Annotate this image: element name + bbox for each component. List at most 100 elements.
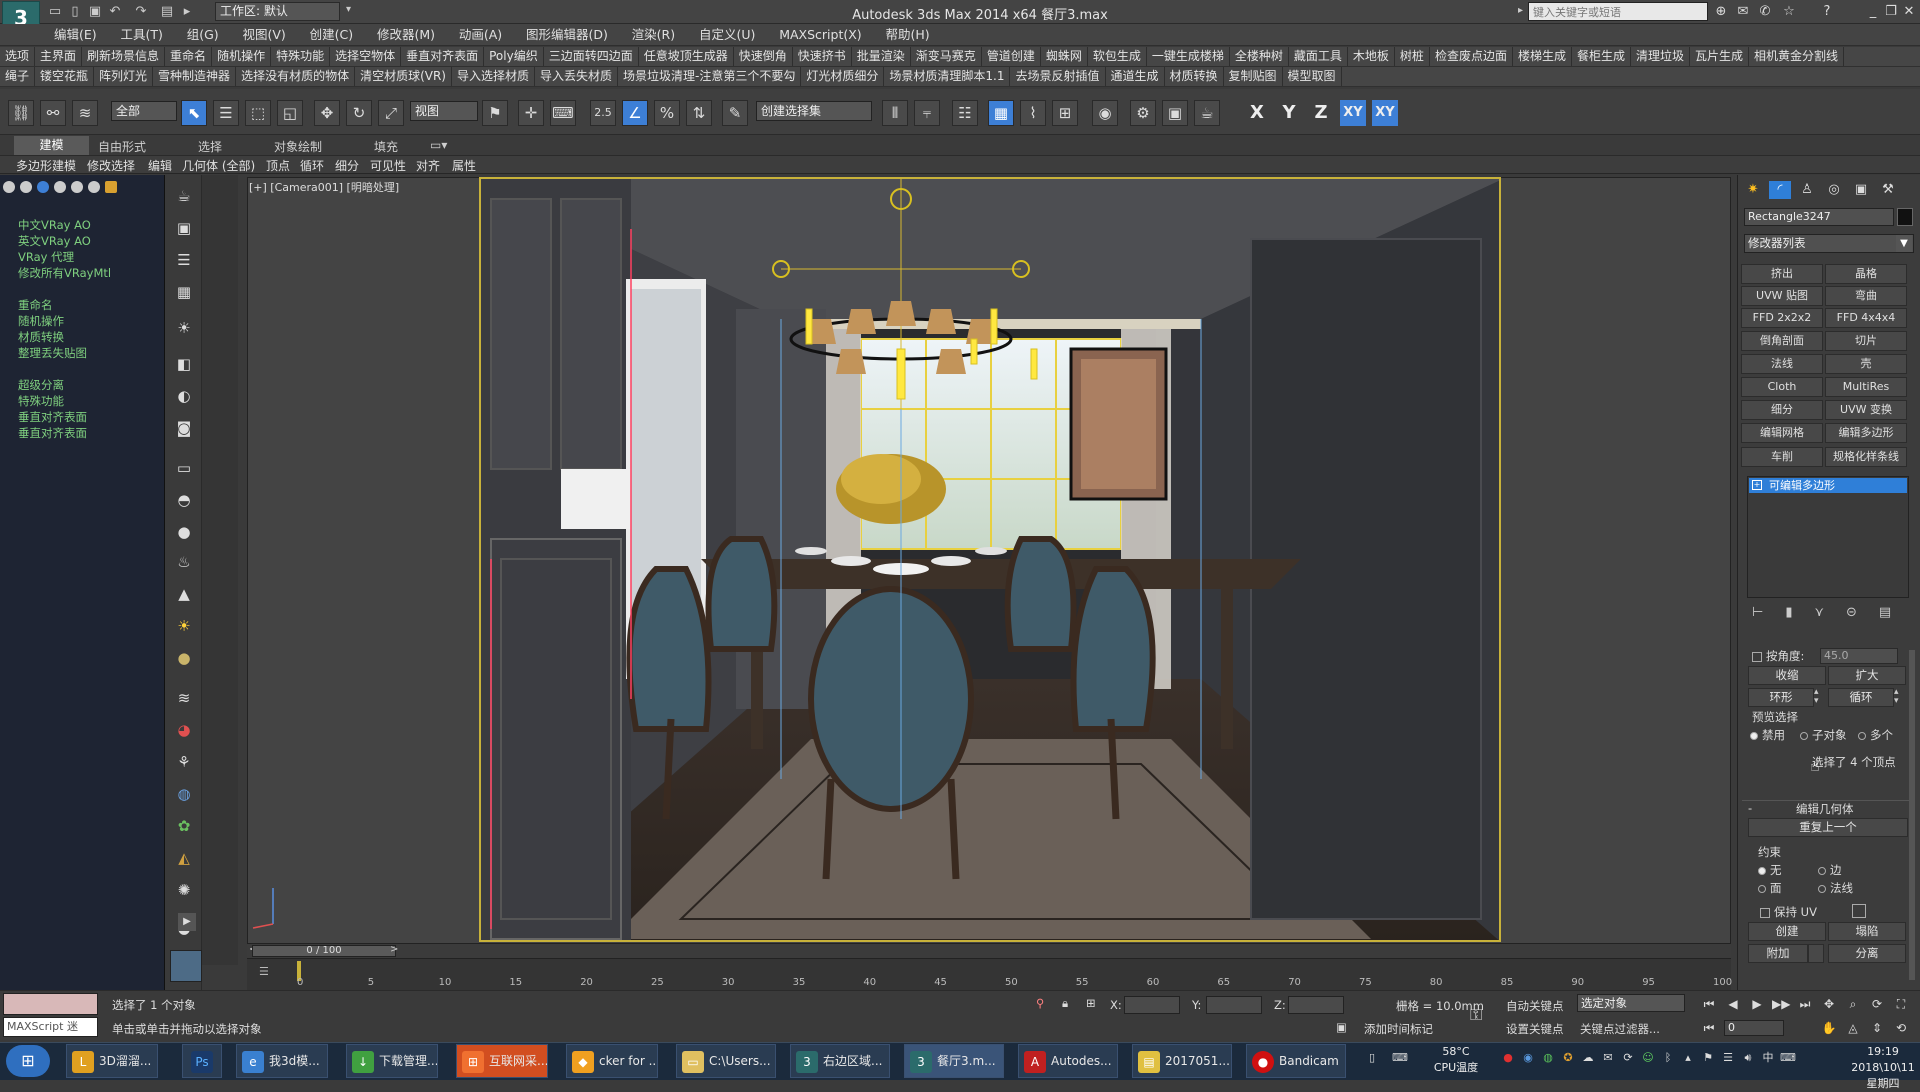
- script-button[interactable]: 藏面工具: [1289, 47, 1348, 66]
- panel-dot-icon[interactable]: [71, 181, 83, 193]
- tray-arrow-icon[interactable]: ▴: [1680, 1050, 1696, 1066]
- menu-customize[interactable]: 自定义(U): [689, 24, 765, 46]
- script-button[interactable]: 清理垃圾: [1631, 47, 1690, 66]
- panel-dot-icon[interactable]: [54, 181, 66, 193]
- panel-modify-selection[interactable]: 修改选择: [87, 157, 135, 174]
- script-button[interactable]: 复制贴图: [1224, 67, 1283, 86]
- script-button[interactable]: 渐变马赛克: [911, 47, 982, 66]
- percent-snap-icon[interactable]: %: [654, 100, 680, 126]
- maxscript-listener-color[interactable]: [3, 993, 98, 1015]
- script-button[interactable]: 快速挤书: [793, 47, 852, 66]
- set-key-button[interactable]: 设置关键点: [1506, 1021, 1564, 1037]
- remove-modifier-icon[interactable]: ⊝: [1846, 605, 1857, 620]
- viewport-label[interactable]: [+] [Camera001] [明暗处理]: [249, 179, 399, 195]
- preview-subobject-radio[interactable]: 子对象: [1800, 727, 1847, 743]
- script-button[interactable]: 场景材质清理脚本1.1: [884, 67, 1011, 86]
- script-button[interactable]: 软包生成: [1088, 47, 1147, 66]
- align-icon[interactable]: ⫧: [914, 100, 940, 126]
- axis-xy-constraint[interactable]: XY: [1340, 100, 1366, 126]
- x-coordinate-field[interactable]: [1124, 996, 1180, 1014]
- taskbar-item[interactable]: ● Bandicam: [1246, 1044, 1346, 1078]
- shell-icon[interactable]: ✺: [172, 879, 196, 901]
- roll-icon[interactable]: ⟲: [1892, 1020, 1910, 1036]
- axis-x-constraint[interactable]: X: [1244, 100, 1270, 126]
- constraint-edge-radio[interactable]: 边: [1818, 862, 1842, 878]
- script-button[interactable]: 雪种制造神器: [153, 67, 237, 86]
- script-button[interactable]: 批量渲染: [852, 47, 911, 66]
- z-coordinate-field[interactable]: [1288, 996, 1344, 1014]
- image-icon[interactable]: ▣: [172, 217, 196, 239]
- tray-wifi-icon[interactable]: ☰: [1720, 1050, 1736, 1066]
- pivot-center-icon[interactable]: ⚑: [482, 100, 508, 126]
- favorites-icon[interactable]: ☆: [1780, 3, 1798, 21]
- collapse-button[interactable]: 塌陷: [1828, 922, 1906, 941]
- start-button-icon[interactable]: ⊞: [6, 1045, 50, 1077]
- modifier-button[interactable]: 壳: [1825, 354, 1907, 374]
- add-time-tag-button[interactable]: 添加时间标记: [1364, 1021, 1433, 1037]
- half-circle-icon[interactable]: ◐: [172, 385, 196, 407]
- show-end-result-icon[interactable]: ▮: [1785, 605, 1792, 620]
- axis-z-constraint[interactable]: Z: [1308, 100, 1334, 126]
- tray-app-icon[interactable]: ◉: [1520, 1050, 1536, 1066]
- key-mode-icon[interactable]: ⏮: [1700, 1020, 1718, 1036]
- unlink-icon[interactable]: ⚯: [40, 100, 66, 126]
- script-button[interactable]: 一键生成楼梯: [1147, 47, 1230, 66]
- panel-polygon-modeling[interactable]: 多边形建模: [16, 157, 76, 174]
- next-frame-play-icon[interactable]: ▶▶: [1772, 996, 1790, 1012]
- collapse-minus-icon[interactable]: -: [1748, 801, 1752, 815]
- attach-button[interactable]: 附加: [1748, 944, 1808, 963]
- menu-maxscript[interactable]: MAXScript(X): [769, 24, 871, 46]
- script-button[interactable]: 选择没有材质的物体: [236, 67, 356, 86]
- script-button[interactable]: 蜘蛛网: [1041, 47, 1088, 66]
- edit-geometry-rollout-title[interactable]: 编辑几何体: [1796, 801, 1854, 817]
- preview-multi-radio[interactable]: 多个: [1858, 727, 1893, 743]
- close-icon[interactable]: ✕: [1900, 3, 1918, 21]
- spinner-snap-icon[interactable]: ⇅: [686, 100, 712, 126]
- sphere-icon[interactable]: ●: [172, 521, 196, 543]
- hair-icon[interactable]: ≋: [172, 687, 196, 709]
- panel-dot-icon[interactable]: [37, 181, 49, 193]
- script-button[interactable]: 绳子: [0, 67, 36, 86]
- select-and-link-icon[interactable]: ⛓: [8, 100, 34, 126]
- subscription-icon[interactable]: ✉: [1734, 3, 1752, 21]
- viewport-scene[interactable]: [479, 177, 1501, 942]
- script-button[interactable]: 通道生成: [1106, 67, 1165, 86]
- modify-tab-icon[interactable]: ◜: [1769, 181, 1791, 199]
- left-script-item[interactable]: 重命名: [18, 298, 53, 313]
- rendered-frame-window-icon[interactable]: ▣: [1162, 100, 1188, 126]
- selection-filter-dropdown[interactable]: 全部: [111, 101, 177, 121]
- taskbar-item[interactable]: ↓ 下载管理...: [346, 1044, 438, 1078]
- by-angle-spinner[interactable]: 45.0: [1820, 648, 1898, 664]
- script-button[interactable]: 相机黄金分割线: [1749, 47, 1845, 66]
- loop-button[interactable]: 循环: [1828, 688, 1894, 707]
- key-selection-set-dropdown[interactable]: 选定对象: [1577, 994, 1685, 1012]
- save-file-icon[interactable]: ▣: [86, 3, 104, 21]
- script-button[interactable]: 三边面转四边面: [544, 47, 639, 66]
- modifier-button[interactable]: 法线: [1741, 354, 1823, 374]
- object-color-swatch[interactable]: [1897, 208, 1913, 226]
- next-frame-icon[interactable]: >: [390, 944, 398, 955]
- new-file-icon[interactable]: ▭: [46, 3, 64, 21]
- left-script-item[interactable]: 英文VRay AO: [18, 234, 91, 249]
- left-script-item[interactable]: 修改所有VRayMtl: [18, 266, 111, 281]
- tray-bluetooth-icon[interactable]: ᛒ: [1660, 1050, 1676, 1066]
- zoom-view-icon[interactable]: ⌕: [1844, 996, 1862, 1012]
- tab-modeling[interactable]: 建模: [14, 136, 89, 155]
- modifier-button[interactable]: 细分: [1741, 400, 1823, 420]
- panel-loops[interactable]: 循环: [300, 157, 324, 174]
- left-script-item[interactable]: 材质转换: [18, 330, 64, 345]
- script-button[interactable]: 快速倒角: [734, 47, 793, 66]
- script-button[interactable]: 主界面: [35, 47, 83, 66]
- tab-populate[interactable]: 填充: [374, 138, 398, 155]
- script-button[interactable]: 选项: [0, 47, 36, 66]
- cpu-temperature[interactable]: 58°C CPU温度: [1430, 1044, 1482, 1078]
- tray-flag-icon[interactable]: ⚑: [1700, 1050, 1716, 1066]
- constraint-face-radio[interactable]: 面: [1758, 880, 1782, 896]
- left-script-item[interactable]: 随机操作: [18, 314, 64, 329]
- preserve-uv-checkbox[interactable]: 保持 UV: [1760, 904, 1817, 920]
- mini-curve-editor-icon[interactable]: ☰: [259, 965, 269, 978]
- workspace-dropdown[interactable]: 工作区: 默认: [215, 2, 340, 21]
- tray-ime-icon[interactable]: 中: [1760, 1050, 1776, 1066]
- hierarchy-tab-icon[interactable]: ♙: [1796, 181, 1818, 199]
- chevron-down-icon[interactable]: ▼: [1896, 235, 1912, 252]
